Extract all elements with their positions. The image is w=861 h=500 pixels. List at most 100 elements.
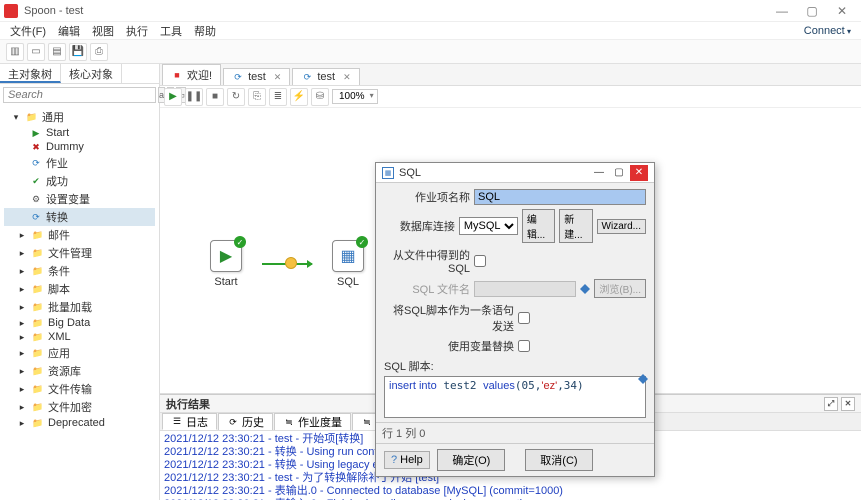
close-icon[interactable]: ✕	[274, 72, 282, 83]
success-badge-icon: ✓	[356, 236, 368, 248]
window-titlebar: Spoon - test — ▢ ✕	[0, 0, 861, 22]
sql-button[interactable]: ≣	[269, 88, 287, 106]
hop-arrow[interactable]	[262, 263, 312, 265]
tree-folder-ftp[interactable]: ▸📁文件传输	[4, 380, 155, 398]
ok-button[interactable]: 确定(O)	[437, 449, 505, 471]
variable-icon	[638, 374, 648, 384]
tab-test-1[interactable]: ⟳test✕	[223, 68, 290, 85]
replay-button[interactable]: ↻	[227, 88, 245, 106]
dialog-minimize-button[interactable]: —	[590, 165, 608, 181]
sql-script-label: SQL 脚本:	[384, 358, 646, 374]
tree-folder-encrypt[interactable]: ▸📁文件加密	[4, 398, 155, 416]
node-start[interactable]: ▶✓Start	[210, 240, 242, 288]
single-statement-label: 将SQL脚本作为一条语句发送	[384, 302, 514, 334]
main-toolbar: ▥ ▭ ▤ 💾 ⎙	[0, 40, 861, 64]
menu-tools[interactable]: 工具	[156, 23, 186, 39]
run-button[interactable]: ▶	[164, 88, 182, 106]
tree-folder-script[interactable]: ▸📁脚本	[4, 280, 155, 298]
tab-test-2[interactable]: ⟳test✕	[292, 68, 359, 85]
tab-welcome[interactable]: ■欢迎!	[162, 64, 221, 85]
tree-folder-app[interactable]: ▸📁应用	[4, 344, 155, 362]
menu-run[interactable]: 执行	[122, 23, 152, 39]
dialog-titlebar[interactable]: ▦ SQL — ▢ ✕	[376, 163, 654, 183]
core-objects-tree[interactable]: ▾📁通用 ▶Start ✖Dummy ⟳作业 ✔成功 ⚙设置变量 ⟳转换 ▸📁邮…	[0, 106, 159, 500]
sql-from-file-label: 从文件中得到的 SQL	[384, 247, 470, 275]
close-icon[interactable]: ✕	[343, 72, 351, 83]
var-sub-checkbox[interactable]	[518, 340, 530, 352]
dialog-close-button[interactable]: ✕	[630, 165, 648, 181]
menubar: 文件(F) 编辑 视图 执行 工具 帮助 Connect	[0, 22, 861, 40]
db-wizard-button[interactable]: Wizard...	[597, 219, 646, 234]
results-tab-log[interactable]: ☰日志	[162, 413, 217, 430]
help-button[interactable]: ?Help	[384, 451, 430, 469]
tree-folder-fileman[interactable]: ▸📁文件管理	[4, 244, 155, 262]
tree-item-job[interactable]: ⟳作业	[4, 154, 155, 172]
maximize-button[interactable]: ▢	[797, 1, 827, 21]
sql-job-entry-dialog: ▦ SQL — ▢ ✕ 作业项名称 数据库连接 MySQL 编辑... 新建..…	[375, 162, 655, 477]
close-button[interactable]: ✕	[827, 1, 857, 21]
success-badge-icon: ✓	[234, 236, 246, 248]
tree-folder-cond[interactable]: ▸📁条件	[4, 262, 155, 280]
menu-view[interactable]: 视图	[88, 23, 118, 39]
cursor-position-label: 行 1 列 0	[376, 422, 654, 443]
dialog-title: SQL	[399, 167, 588, 179]
db-button[interactable]: ⛁	[311, 88, 329, 106]
explore-button[interactable]: ▤	[48, 43, 66, 61]
single-statement-checkbox[interactable]	[518, 312, 530, 324]
connect-dropdown[interactable]: Connect	[800, 25, 855, 37]
sql-from-file-checkbox[interactable]	[474, 255, 486, 267]
left-tab-core[interactable]: 核心对象	[61, 64, 122, 83]
results-close-icon[interactable]: ✕	[841, 397, 855, 411]
sql-script-textarea[interactable]: insert into test2 values(05,'ez',34)	[384, 376, 646, 418]
var-sub-label: 使用变量替换	[384, 338, 514, 354]
tree-folder-bulk[interactable]: ▸📁批量加载	[4, 298, 155, 316]
results-tab-history[interactable]: ⟳历史	[218, 413, 273, 430]
sql-file-input	[474, 281, 576, 297]
open-button[interactable]: ▭	[27, 43, 45, 61]
log-line: 2021/12/12 23:30:21 - 表输出.0 - Connected …	[164, 485, 857, 498]
cancel-button[interactable]: 取消(C)	[525, 449, 592, 471]
zoom-select[interactable]: 100%	[332, 89, 378, 104]
db-conn-label: 数据库连接	[384, 218, 455, 234]
tree-item-transform[interactable]: ⟳转换	[4, 208, 155, 226]
search-input[interactable]	[3, 87, 156, 103]
job-name-input[interactable]	[474, 189, 646, 205]
db-conn-select[interactable]: MySQL	[459, 217, 518, 235]
sql-file-label: SQL 文件名	[384, 281, 470, 297]
tree-folder-repo[interactable]: ▸📁资源库	[4, 362, 155, 380]
tree-folder-xml[interactable]: ▸📁XML	[4, 330, 155, 344]
menu-edit[interactable]: 编辑	[54, 23, 84, 39]
db-new-button[interactable]: 新建...	[559, 209, 592, 243]
left-tab-main[interactable]: 主对象树	[0, 64, 61, 83]
check-button[interactable]: ⎘	[248, 88, 266, 106]
node-sql[interactable]: ▦✓SQL	[332, 240, 364, 288]
tree-root[interactable]: ▾📁通用	[4, 108, 155, 126]
hop-unconditional-icon	[285, 257, 297, 269]
saveas-button[interactable]: ⎙	[90, 43, 108, 61]
new-button[interactable]: ▥	[6, 43, 24, 61]
tree-item-dummy[interactable]: ✖Dummy	[4, 140, 155, 154]
editor-tabs: ■欢迎! ⟳test✕ ⟳test✕	[160, 64, 861, 86]
save-button[interactable]: 💾	[69, 43, 87, 61]
dialog-icon: ▦	[382, 167, 394, 179]
tree-folder-bigdata[interactable]: ▸📁Big Data	[4, 316, 155, 330]
menu-help[interactable]: 帮助	[190, 23, 220, 39]
results-tab-metrics[interactable]: ≒作业度量	[274, 413, 351, 430]
results-title: 执行结果	[166, 396, 210, 412]
impact-button[interactable]: ⚡	[290, 88, 308, 106]
window-title: Spoon - test	[24, 5, 767, 17]
tree-item-success[interactable]: ✔成功	[4, 172, 155, 190]
tree-item-start[interactable]: ▶Start	[4, 126, 155, 140]
left-panel: 主对象树 核心对象 a ↕ ▭ ▾📁通用 ▶Start ✖Dummy ⟳作业 ✔…	[0, 64, 160, 500]
db-edit-button[interactable]: 编辑...	[522, 209, 555, 243]
results-popout-icon[interactable]: ⤢	[824, 397, 838, 411]
menu-file[interactable]: 文件(F)	[6, 23, 50, 39]
tree-folder-mail[interactable]: ▸📁邮件	[4, 226, 155, 244]
pause-button[interactable]: ❚❚	[185, 88, 203, 106]
tree-item-setvar[interactable]: ⚙设置变量	[4, 190, 155, 208]
tree-folder-deprecated[interactable]: ▸📁Deprecated	[4, 416, 155, 430]
canvas-toolbar: ▶ ❚❚ ■ ↻ ⎘ ≣ ⚡ ⛁ 100%	[160, 86, 861, 108]
dialog-maximize-button[interactable]: ▢	[610, 165, 628, 181]
stop-button[interactable]: ■	[206, 88, 224, 106]
minimize-button[interactable]: —	[767, 1, 797, 21]
